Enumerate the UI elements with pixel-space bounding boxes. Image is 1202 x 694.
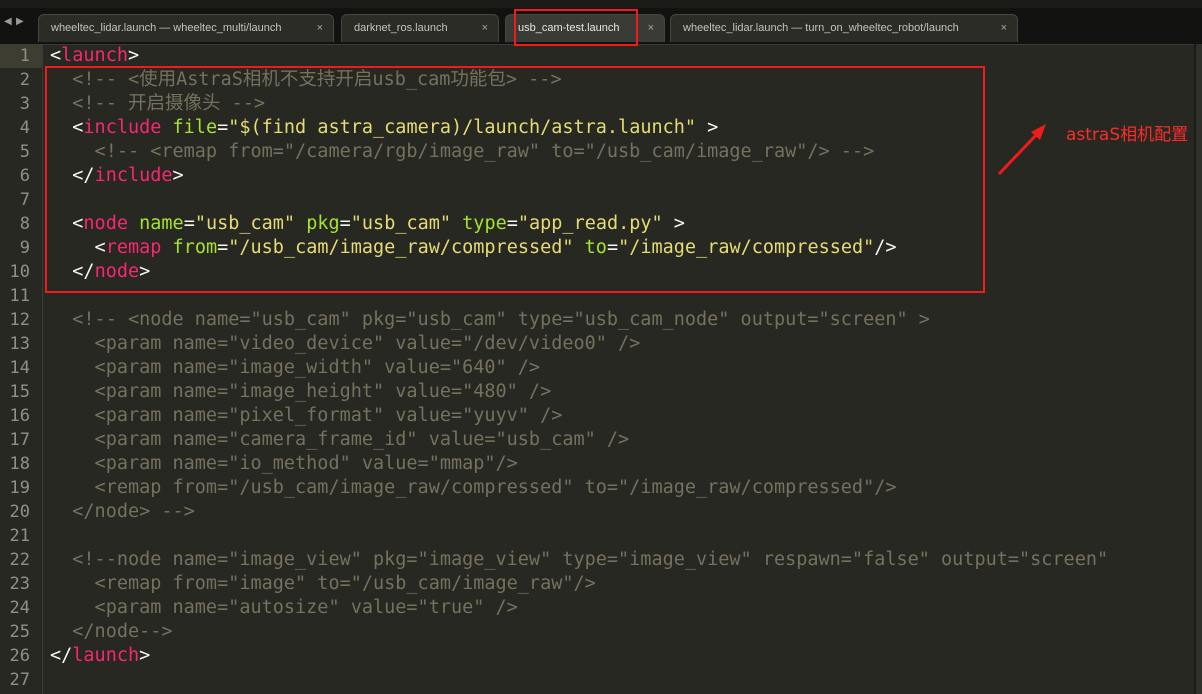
code-line[interactable]: <!--node name="image_view" pkg="image_vi…: [50, 548, 1108, 572]
code-line[interactable]: </node> -->: [50, 500, 195, 524]
tab-darknet-ros[interactable]: darknet_ros.launch ×: [341, 14, 499, 42]
line-number: 26: [9, 646, 30, 666]
annotation-label: astraS相机配置: [1066, 125, 1189, 145]
code-line[interactable]: <param name="camera_frame_id" value="usb…: [50, 428, 630, 452]
line-number: 4: [19, 118, 30, 138]
code-token: <remap from="image" to="/usb_cam/image_r…: [50, 573, 596, 594]
code-line[interactable]: <param name="pixel_format" value="yuyv" …: [50, 404, 563, 428]
code-token: launch: [72, 645, 140, 666]
line-number: 1: [19, 46, 30, 66]
code-token: <: [50, 45, 62, 66]
line-number: 21: [9, 526, 30, 546]
code-token: <param name="autosize" value="true" />: [50, 597, 518, 618]
tab-label: darknet_ros.launch: [354, 22, 448, 34]
line-number: 18: [9, 454, 30, 474]
code-token: <param name="camera_frame_id" value="usb…: [50, 429, 630, 450]
line-number: 3: [19, 94, 30, 114]
code-line[interactable]: </launch>: [50, 644, 150, 668]
window-top-strip: [0, 0, 1202, 8]
line-number: 25: [9, 622, 30, 642]
code-token: <param name="image_width" value="640" />: [50, 357, 541, 378]
line-number: 17: [9, 430, 30, 450]
line-number: 19: [9, 478, 30, 498]
line-number: 2: [19, 70, 30, 90]
line-number: 12: [9, 310, 30, 330]
line-number: 23: [9, 574, 30, 594]
code-token: <!-- <node name="usb_cam" pkg="usb_cam" …: [50, 309, 930, 330]
code-token: </: [50, 645, 73, 666]
arrow-icon: [997, 124, 1046, 176]
code-line[interactable]: <remap from="image" to="/usb_cam/image_r…: [50, 572, 596, 596]
line-number: 5: [19, 142, 30, 162]
line-number: 10: [9, 262, 30, 282]
vertical-scrollbar[interactable]: [1196, 44, 1202, 694]
code-token: <param name="pixel_format" value="yuyv" …: [50, 405, 563, 426]
line-number: 6: [19, 166, 30, 186]
code-token: </node> -->: [50, 501, 195, 522]
code-line[interactable]: <param name="io_method" value="mmap"/>: [50, 452, 518, 476]
line-number: 15: [9, 382, 30, 402]
code-highlight-box: [45, 66, 985, 293]
tab-label: wheeltec_lidar.launch — turn_on_wheeltec…: [683, 22, 959, 34]
code-token: >: [139, 645, 151, 666]
code-token: <!--node name="image_view" pkg="image_vi…: [50, 549, 1109, 570]
line-number: 11: [9, 286, 30, 306]
line-number: 13: [9, 334, 30, 354]
code-line[interactable]: <param name="image_width" value="640" />: [50, 356, 541, 380]
line-number: 9: [19, 238, 30, 258]
close-icon[interactable]: ×: [1001, 22, 1007, 34]
close-icon[interactable]: ×: [482, 22, 488, 34]
tab-prev-icon[interactable]: ◀: [4, 16, 12, 27]
line-number: 20: [9, 502, 30, 522]
code-line[interactable]: <!-- <node name="usb_cam" pkg="usb_cam" …: [50, 308, 930, 332]
line-number: 8: [19, 214, 30, 234]
code-token: </node-->: [50, 621, 173, 642]
code-token: <remap from="/usb_cam/image_raw/compress…: [50, 477, 897, 498]
tab-wheeltec-lidar-robot[interactable]: wheeltec_lidar.launch — turn_on_wheeltec…: [670, 14, 1018, 42]
code-line[interactable]: </node-->: [50, 620, 173, 644]
tab-next-icon[interactable]: ▶: [16, 16, 24, 27]
code-token: <param name="io_method" value="mmap"/>: [50, 453, 518, 474]
code-line[interactable]: <remap from="/usb_cam/image_raw/compress…: [50, 476, 897, 500]
active-tab-highlight-box: [514, 9, 638, 46]
tab-label: wheeltec_lidar.launch — wheeltec_multi/l…: [51, 22, 282, 34]
tab-wheeltec-lidar-multi[interactable]: wheeltec_lidar.launch — wheeltec_multi/l…: [38, 14, 334, 42]
code-line[interactable]: <launch>: [50, 44, 139, 68]
line-number: 27: [9, 670, 30, 690]
line-number: 22: [9, 550, 30, 570]
code-token: <param name="video_device" value="/dev/v…: [50, 333, 641, 354]
code-token: <param name="image_height" value="480" /…: [50, 381, 552, 402]
code-line[interactable]: <param name="autosize" value="true" />: [50, 596, 518, 620]
close-icon[interactable]: ×: [317, 22, 323, 34]
line-number: 7: [19, 190, 30, 210]
code-token: >: [127, 45, 140, 66]
code-line[interactable]: <param name="image_height" value="480" /…: [50, 380, 552, 404]
code-line[interactable]: <param name="video_device" value="/dev/v…: [50, 332, 641, 356]
line-number: 16: [9, 406, 30, 426]
line-number: 24: [9, 598, 30, 618]
line-number: 14: [9, 358, 30, 378]
close-icon[interactable]: ×: [648, 22, 654, 34]
code-token: launch: [61, 45, 128, 66]
